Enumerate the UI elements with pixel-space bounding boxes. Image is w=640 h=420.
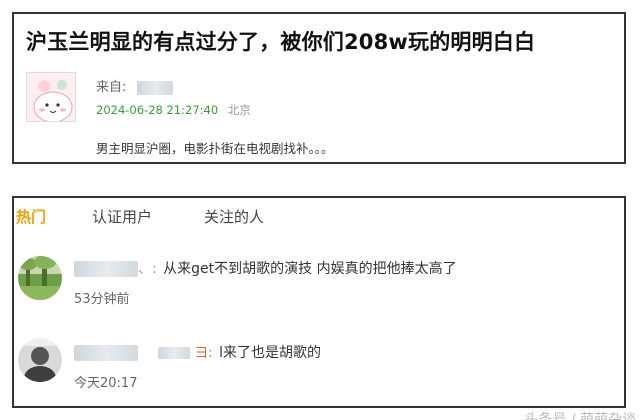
comment-time: 53分钟前 <box>74 292 130 307</box>
comment-avatar[interactable] <box>18 338 62 382</box>
comment-text: 从来get不到胡歌的演技 内娱真的把他捧太高了 <box>163 261 457 277</box>
photo-avatar-icon <box>18 338 62 382</box>
tab-verified-users[interactable]: 认证用户 <box>92 206 152 227</box>
post-avatar[interactable] <box>26 72 76 122</box>
tab-following[interactable]: 关注的人 <box>204 206 264 227</box>
blurred-username <box>74 345 138 361</box>
blurred-source-name <box>136 80 173 95</box>
comments-card: 热门 认证用户 关注的人 、: 从来get不到胡歌的演技 内娱真的把他捧太高了 … <box>12 196 626 408</box>
tab-hot[interactable]: 热门 <box>16 206 46 227</box>
username-suffix: 、: <box>138 261 157 277</box>
post-meta: 2024-06-28 21:27:40 北京 <box>96 102 251 118</box>
user-badge-icon: ⺕ <box>194 346 208 361</box>
comment-avatar[interactable] <box>18 256 62 300</box>
blurred-username <box>74 261 138 277</box>
from-label: 来自: <box>96 80 127 95</box>
landscape-avatar-icon <box>18 256 62 300</box>
post-body: 男主明显沪圈，电影扑街在电视剧找补。。。 <box>96 141 334 156</box>
comment-username[interactable]: 、: 从来get不到胡歌的演技 内娱真的把他捧太高了 <box>74 258 457 278</box>
username-suffix: : <box>207 345 213 361</box>
comment-username[interactable]: ⺕: l来了也是胡歌的 <box>74 342 321 362</box>
watermark: 头条号 / 萌萌杂谈 <box>524 412 636 420</box>
post-location: 北京 <box>227 103 251 117</box>
post-source: 来自: <box>96 76 173 95</box>
blurred-username-tail <box>158 347 191 359</box>
post-title[interactable]: 沪玉兰明显的有点过分了，被你们208w玩的明明白白 <box>26 26 616 56</box>
cartoon-avatar-icon <box>27 73 75 121</box>
comment-text: l来了也是胡歌的 <box>219 345 321 361</box>
comment-time: 今天20:17 <box>74 376 138 391</box>
post-timestamp: 2024-06-28 21:27:40 <box>96 103 219 117</box>
post-card: 沪玉兰明显的有点过分了，被你们208w玩的明明白白 来自: 2024-06-28… <box>12 12 626 164</box>
